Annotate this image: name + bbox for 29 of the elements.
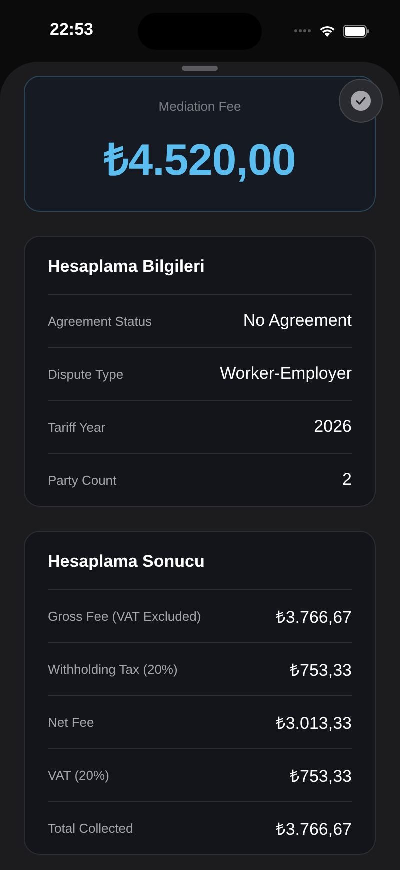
drag-handle[interactable] [182,66,218,71]
row-label: Net Fee [48,714,94,730]
row-value: ₺3.013,33 [276,712,352,734]
row-label: Total Collected [48,820,134,836]
section-title: Hesaplama Sonucu [48,552,352,590]
checkmark-icon [351,91,371,111]
row-label: Agreement Status [48,314,152,328]
status-time: 22:53 [50,20,94,40]
battery-icon [343,24,370,38]
fee-label: Mediation Fee [158,99,242,114]
row-value: ₺753,33 [290,660,352,680]
row-value: Worker-Employer [220,364,352,384]
wifi-icon [319,25,336,37]
row-value: ₺3.766,67 [276,818,352,840]
row-label: Dispute Type [48,366,124,382]
row-label: Withholding Tax (20%) [48,662,178,676]
row-value: ₺3.766,67 [276,606,352,628]
row-value: 2026 [314,417,352,437]
done-button[interactable] [339,79,383,123]
signal-icon [294,29,312,33]
section-title: Hesaplama Bilgileri [48,257,352,295]
row-label: Tariff Year [48,420,106,434]
fee-amount: ₺4.520,00 [104,135,296,187]
row-value: 2 [342,470,352,490]
row-label: Party Count [48,472,117,488]
row-value: ₺753,33 [290,766,352,786]
row-label: Gross Fee (VAT Excluded) [48,608,202,624]
row-label: VAT (20%) [48,768,110,782]
row-value: No Agreement [243,311,352,331]
